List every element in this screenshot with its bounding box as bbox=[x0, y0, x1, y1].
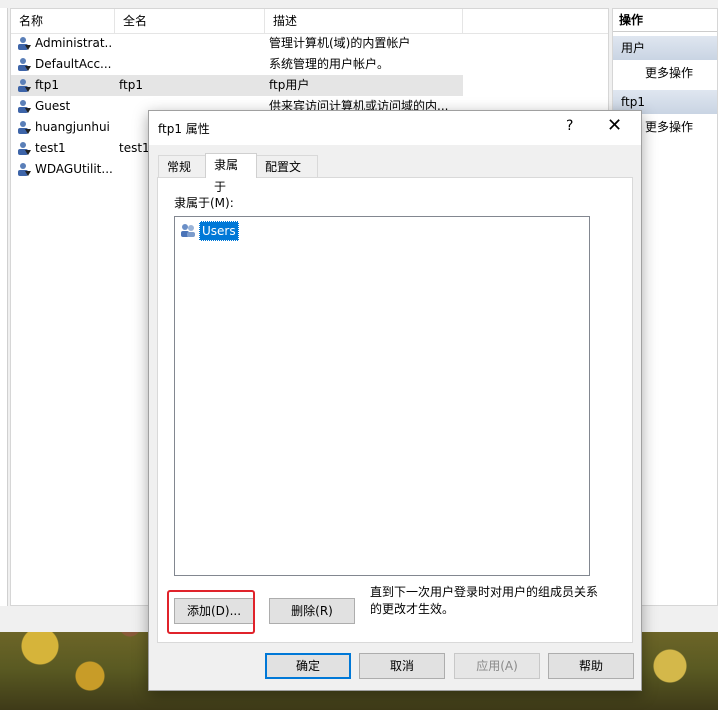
user-fullname: ftp1 bbox=[119, 78, 143, 92]
user-name: test1 bbox=[35, 141, 66, 155]
list-header: 名称 全名 描述 bbox=[11, 9, 608, 34]
user-icon bbox=[18, 79, 31, 92]
apply-button[interactable]: 应用(A) bbox=[454, 653, 540, 679]
ok-button[interactable]: 确定 bbox=[265, 653, 351, 679]
table-row[interactable]: ftp1 ftp1 ftp用户 bbox=[11, 75, 463, 96]
tab-member-of[interactable]: 隶属于 bbox=[205, 153, 257, 194]
column-name[interactable]: 名称 bbox=[11, 9, 115, 33]
properties-dialog: ftp1 属性 ? ✕ 常规 隶属于 配置文件 隶属于(M): Users 添加… bbox=[148, 110, 642, 691]
user-name: Guest bbox=[35, 99, 71, 113]
user-icon bbox=[18, 100, 31, 113]
help-button[interactable]: 帮助 bbox=[548, 653, 634, 679]
actions-section-users[interactable]: 用户 bbox=[613, 36, 717, 60]
group-users-label: Users bbox=[199, 221, 239, 241]
help-icon[interactable]: ? bbox=[566, 118, 573, 134]
user-icon bbox=[18, 142, 31, 155]
cancel-button[interactable]: 取消 bbox=[359, 653, 445, 679]
remove-button[interactable]: 删除(R) bbox=[269, 598, 355, 624]
user-icon bbox=[18, 121, 31, 134]
more-actions-users[interactable]: 更多操作 bbox=[613, 60, 717, 86]
user-name: DefaultAcc... bbox=[35, 57, 112, 71]
user-description: 管理计算机(域)的内置帐户 bbox=[269, 36, 411, 50]
member-of-panel: 隶属于(M): Users 添加(D)... 删除(R) 直到下一次用户登录时对… bbox=[157, 177, 633, 643]
user-name: WDAGUtilit... bbox=[35, 162, 113, 176]
user-icon bbox=[18, 58, 31, 71]
user-icon bbox=[18, 163, 31, 176]
user-name: ftp1 bbox=[35, 78, 59, 92]
tree-pane-edge bbox=[0, 8, 8, 606]
add-button-highlight bbox=[167, 590, 255, 634]
user-name: huangjunhui bbox=[35, 120, 110, 134]
member-of-list[interactable]: Users bbox=[174, 216, 590, 576]
group-icon bbox=[181, 224, 195, 237]
column-description[interactable]: 描述 bbox=[265, 9, 463, 33]
user-description: ftp用户 bbox=[269, 78, 310, 92]
table-row[interactable]: DefaultAcc... 系统管理的用户帐户。 bbox=[11, 54, 463, 75]
actions-header: 操作 bbox=[613, 9, 717, 32]
tab-general[interactable]: 常规 bbox=[158, 155, 206, 177]
column-fullname[interactable]: 全名 bbox=[115, 9, 265, 33]
user-name: Administrat... bbox=[35, 36, 113, 50]
close-icon[interactable]: ✕ bbox=[607, 115, 622, 136]
table-row[interactable]: Administrat... 管理计算机(域)的内置帐户 bbox=[11, 33, 463, 54]
user-icon bbox=[18, 37, 31, 50]
membership-note: 直到下一次用户登录时对用户的组成员关系的更改才生效。 bbox=[370, 585, 599, 616]
dialog-titlebar: ftp1 属性 ? ✕ bbox=[149, 111, 641, 145]
user-description: 系统管理的用户帐户。 bbox=[269, 57, 390, 71]
tab-profile[interactable]: 配置文件 bbox=[256, 155, 318, 196]
dialog-title: ftp1 属性 bbox=[158, 122, 210, 136]
